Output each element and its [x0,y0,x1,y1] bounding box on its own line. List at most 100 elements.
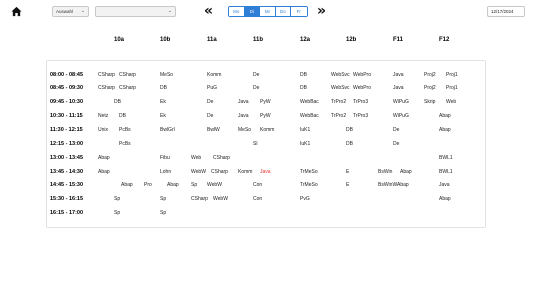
selection-dropdown[interactable]: Auswahl ⌄ [52,6,89,17]
lesson-cell[interactable]: Con [253,182,262,188]
lesson-cell[interactable]: TrMeSo [300,182,318,188]
lesson-cell[interactable]: Proj2 [424,72,436,78]
lesson-cell[interactable]: BsWinWAbap [378,182,409,188]
lesson-cell[interactable]: Sp [114,196,120,202]
lesson-cell[interactable]: Abap [98,155,110,161]
lesson-cell[interactable]: WebBac [300,99,319,105]
lesson-cell[interactable]: WebSvc [331,85,350,91]
lesson-cell[interactable]: DB [346,127,353,133]
lesson-cell[interactable]: Proj1 [446,85,458,91]
lesson-cell[interactable]: TrPro3 [353,99,368,105]
lesson-cell[interactable]: CSharp [119,72,136,78]
day-button-mi[interactable]: Mi [260,7,276,16]
lesson-cell[interactable]: Proj2 [424,85,436,91]
lesson-cell[interactable]: Abap [98,169,110,175]
lesson-cell[interactable]: TrMeSo [300,169,318,175]
lesson-cell[interactable]: WebBac [300,113,319,119]
lesson-cell[interactable]: Fibu [160,155,170,161]
lesson-cell[interactable]: IuK1 [300,127,310,133]
lesson-cell[interactable]: Sl [253,141,257,147]
lesson-cell[interactable]: Abap [439,113,451,119]
secondary-dropdown[interactable]: ⌄ [95,6,176,17]
lesson-cell[interactable]: Ek [160,113,166,119]
lesson-cell[interactable]: PcBs [119,141,131,147]
lesson-cell[interactable]: Abap [439,196,451,202]
lesson-cell[interactable]: DB [346,141,353,147]
lesson-cell[interactable]: WebPro [353,85,371,91]
lesson-cell[interactable]: Sp [114,210,120,216]
lesson-cell[interactable]: CSharp [191,196,208,202]
day-button-do[interactable]: Do [275,7,291,16]
lesson-cell[interactable]: Abap [121,182,133,188]
lesson-cell[interactable]: Unix [98,127,108,133]
lesson-cell[interactable]: BWL1 [439,169,453,175]
lesson-cell[interactable]: DB [114,99,121,105]
lesson-cell[interactable]: WebPro [353,72,371,78]
lesson-cell[interactable]: Komm [260,127,274,133]
lesson-cell[interactable]: WiPuG [393,113,409,119]
lesson-cell[interactable]: Ek [160,99,166,105]
lesson-cell[interactable]: Java [393,72,404,78]
lesson-cell[interactable]: Skrip [424,99,435,105]
day-button-fr[interactable]: Fr [291,7,307,16]
lesson-cell[interactable]: CSharp [119,85,136,91]
lesson-cell[interactable]: Abap [439,127,451,133]
lesson-cell[interactable]: CSharp [98,85,115,91]
lesson-cell[interactable]: IuK1 [300,141,310,147]
lesson-cell[interactable]: WebW [191,169,206,175]
lesson-cell[interactable]: WebW [213,196,228,202]
home-icon[interactable] [11,6,22,17]
lesson-cell[interactable]: Sp [160,210,166,216]
lesson-cell[interactable]: DB [300,85,307,91]
lesson-cell[interactable]: PcBs [119,127,131,133]
lesson-cell[interactable]: Pro [144,182,152,188]
lesson-cell[interactable]: Sp [191,182,197,188]
lesson-cell[interactable]: PyW [260,113,271,119]
lesson-cell[interactable]: Con [253,196,262,202]
lesson-cell[interactable]: De [393,141,399,147]
lesson-cell[interactable]: Java [439,182,450,188]
lesson-cell[interactable]: Java [393,85,404,91]
lesson-cell[interactable]: TrPro2 [331,99,346,105]
lesson-cell[interactable]: Lohn [160,169,171,175]
lesson-cell[interactable]: PvG [300,196,310,202]
lesson-cell[interactable]: Proj1 [446,72,458,78]
lesson-cell[interactable]: BwlW [207,127,220,133]
lesson-cell[interactable]: Sp [160,196,166,202]
lesson-cell[interactable]: Web [446,99,456,105]
day-button-mo[interactable]: Mo [229,7,245,16]
previous-week-button[interactable]: « [204,3,213,19]
lesson-cell[interactable]: De [207,99,213,105]
lesson-cell[interactable]: CSharp [211,169,228,175]
lesson-cell[interactable]: De [207,113,213,119]
lesson-cell[interactable]: Komm [238,169,252,175]
lesson-cell[interactable]: MeSo [160,72,173,78]
lesson-cell-highlighted[interactable]: Java [260,169,271,175]
next-week-button[interactable]: » [317,3,326,19]
lesson-cell[interactable]: Abap [167,182,179,188]
date-picker-input[interactable]: 12/17/2024 [487,6,525,17]
lesson-cell[interactable]: Netz [98,113,108,119]
lesson-cell[interactable]: WiPuG [393,99,409,105]
lesson-cell[interactable]: DB [160,85,167,91]
lesson-cell[interactable]: MeSo [238,127,251,133]
lesson-cell[interactable]: De [253,72,259,78]
lesson-cell[interactable]: E [346,169,349,175]
lesson-cell[interactable]: PyW [260,99,271,105]
lesson-cell[interactable]: WebW [207,182,222,188]
lesson-cell[interactable]: Komm [207,72,221,78]
lesson-cell[interactable]: Web [191,155,201,161]
lesson-cell[interactable]: CSharp [213,155,230,161]
lesson-cell[interactable]: De [253,85,259,91]
lesson-cell[interactable]: TrPro3 [353,113,368,119]
lesson-cell[interactable]: TrPro2 [331,113,346,119]
lesson-cell[interactable]: Java [238,113,249,119]
lesson-cell[interactable]: BsWin [378,169,392,175]
lesson-cell[interactable]: DB [119,113,126,119]
lesson-cell[interactable]: E [346,182,349,188]
lesson-cell[interactable]: BWL1 [439,155,453,161]
lesson-cell[interactable]: De [393,127,399,133]
lesson-cell[interactable]: WebSvc [331,72,350,78]
lesson-cell[interactable]: BwlGrl [160,127,175,133]
lesson-cell[interactable]: Java [238,99,249,105]
